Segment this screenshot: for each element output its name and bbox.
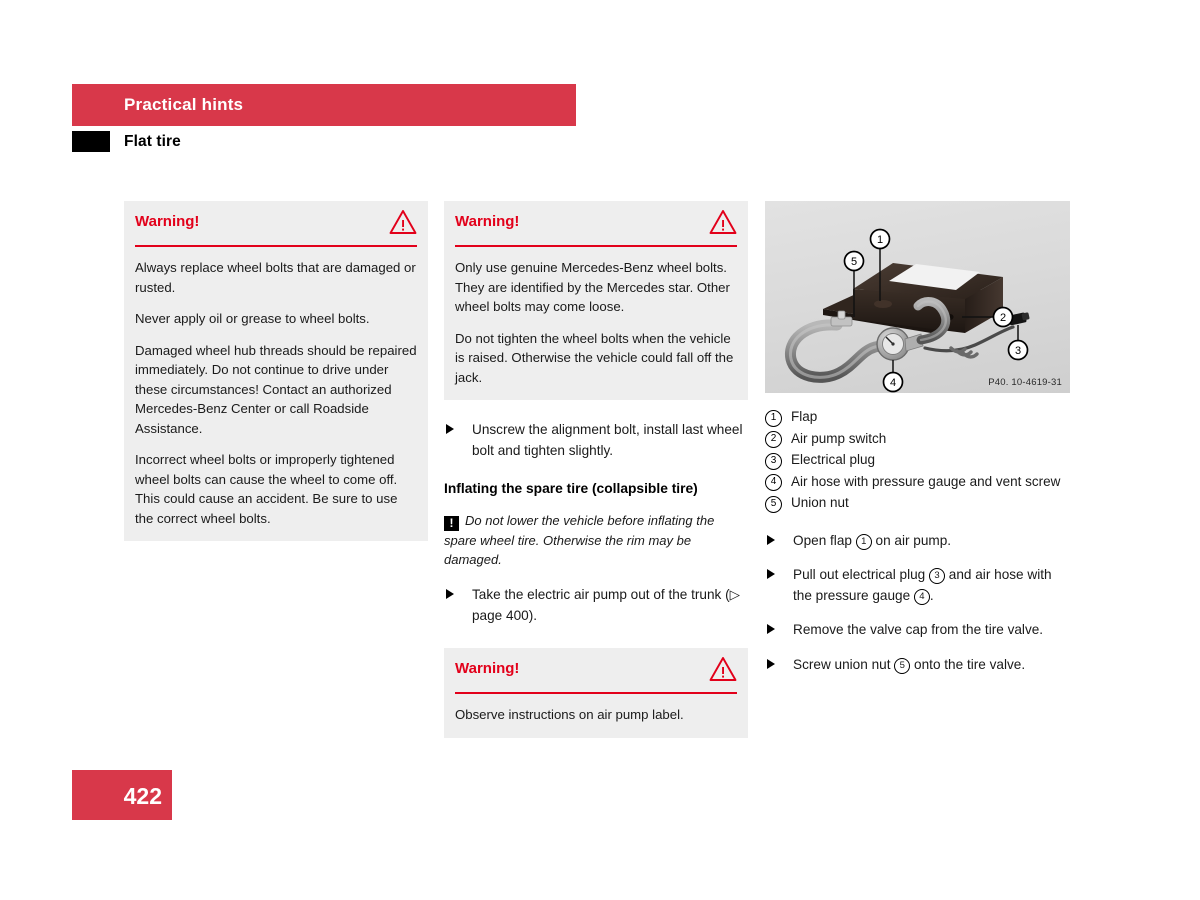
warning-triangle-icon bbox=[709, 209, 737, 235]
figure-id-label: P40. 10-4619-31 bbox=[988, 377, 1062, 388]
figure-legend: 1 Flap 2 Air pump switch 3 Electrical pl… bbox=[765, 407, 1070, 514]
legend-number: 5 bbox=[765, 495, 782, 513]
warning-paragraph: Damaged wheel hub threads should be repa… bbox=[135, 342, 417, 436]
instruction-bullet: Screw union nut 5 onto the tire valve. bbox=[765, 655, 1070, 676]
warning-label: Warning! bbox=[455, 213, 520, 230]
legend-number: 2 bbox=[765, 431, 782, 448]
legend-number: 1 bbox=[765, 409, 782, 427]
warning-paragraph: Never apply oil or grease to wheel bolts… bbox=[135, 311, 370, 326]
section-header-row: Flat tire bbox=[72, 131, 576, 158]
section-tab-marker bbox=[72, 131, 110, 152]
page-number-box: 422 bbox=[72, 770, 172, 820]
legend-label: Union nut bbox=[791, 495, 849, 510]
warning-box-air-pump-label: Warning! Observe instructions on air pum… bbox=[444, 648, 748, 738]
instruction-text: Remove the valve cap from the tire valve… bbox=[793, 622, 1044, 637]
warning-paragraph: Only use genuine Mercedes-Benz wheel bol… bbox=[455, 260, 730, 314]
warning-paragraph: Always replace wheel bolts that are dama… bbox=[135, 260, 416, 295]
caution-note-text: Do not lower the vehicle before inflatin… bbox=[444, 513, 715, 567]
warning-label: Warning! bbox=[455, 660, 520, 677]
page-ref-arrow-icon: ▷ bbox=[729, 587, 741, 602]
page-number: 422 bbox=[123, 783, 162, 809]
legend-item: 5 Union nut bbox=[765, 493, 1070, 514]
warning-box-genuine-bolts: Warning! Only use genuine Mercedes-Benz … bbox=[444, 201, 748, 400]
content-column-3: 1 2 3 4 5 P40. 10-4619-31 1 Flap 2 Air p… bbox=[765, 201, 1070, 689]
bullet-triangle-icon bbox=[767, 569, 775, 579]
air-pump-illustration: 1 2 3 4 5 P40. 10-4619-31 bbox=[765, 201, 1070, 393]
legend-item: 4 Air hose with pressure gauge and vent … bbox=[765, 472, 1070, 493]
instruction-text-post: ). bbox=[528, 607, 538, 623]
exclamation-box-icon: ! bbox=[444, 516, 459, 531]
bullet-triangle-icon bbox=[767, 624, 775, 634]
legend-label: Air pump switch bbox=[791, 430, 887, 446]
legend-number: 4 bbox=[765, 474, 782, 491]
legend-number: 3 bbox=[765, 452, 782, 470]
instruction-bullet: Open flap 1 on air pump. bbox=[765, 531, 1070, 552]
legend-label: Flap bbox=[791, 409, 818, 424]
svg-text:3: 3 bbox=[1015, 345, 1021, 357]
warning-label: Warning! bbox=[135, 213, 200, 230]
callout-number: 5 bbox=[894, 657, 911, 674]
warning-paragraph: Incorrect wheel bolts or improperly tigh… bbox=[135, 452, 398, 526]
callout-number: 1 bbox=[855, 533, 872, 550]
content-column-2: Warning! Only use genuine Mercedes-Benz … bbox=[444, 201, 748, 756]
bullet-triangle-icon bbox=[446, 589, 454, 599]
warning-body: Always replace wheel bolts that are dama… bbox=[124, 247, 428, 541]
subsection-heading: Inflating the spare tire (collapsible ti… bbox=[444, 481, 698, 496]
instruction-bullet: Unscrew the alignment bolt, install last… bbox=[444, 420, 748, 461]
svg-text:5: 5 bbox=[851, 256, 857, 268]
warning-body: Only use genuine Mercedes-Benz wheel bol… bbox=[444, 247, 748, 400]
chapter-header-bar: Practical hints bbox=[72, 84, 576, 126]
warning-header: Warning! bbox=[135, 201, 417, 247]
instruction-text: Open flap 1 on air pump. bbox=[793, 532, 952, 550]
bullet-triangle-icon bbox=[767, 534, 775, 545]
callout-number: 4 bbox=[913, 588, 930, 605]
instruction-text: Unscrew the alignment bolt, install last… bbox=[472, 422, 743, 458]
warning-paragraph: Observe instructions on air pump label. bbox=[455, 707, 684, 722]
caution-note: ! Do not lower the vehicle before inflati… bbox=[444, 511, 748, 569]
warning-box-wheel-bolts: Warning! Always replace wheel bolts that… bbox=[124, 201, 428, 541]
svg-text:2: 2 bbox=[1000, 312, 1006, 324]
svg-text:4: 4 bbox=[890, 377, 896, 389]
page-reference[interactable]: page 400 bbox=[472, 608, 529, 623]
instruction-bullet: Remove the valve cap from the tire valve… bbox=[765, 620, 1070, 641]
svg-text:1: 1 bbox=[877, 234, 883, 246]
bullet-triangle-icon bbox=[767, 658, 775, 669]
warning-header: Warning! bbox=[455, 648, 737, 694]
legend-item: 1 Flap bbox=[765, 407, 1070, 428]
instruction-text: Screw union nut 5 onto the tire valve. bbox=[793, 656, 1026, 674]
callout-number: 3 bbox=[929, 568, 946, 584]
legend-item: 3 Electrical plug bbox=[765, 450, 1070, 471]
instruction-bullet: Take the electric air pump out of the tr… bbox=[444, 585, 748, 626]
instruction-text-pre: Take the electric air pump out of the tr… bbox=[472, 587, 730, 602]
warning-triangle-icon bbox=[389, 209, 417, 235]
warning-paragraph: Do not tighten the wheel bolts when the … bbox=[455, 330, 734, 385]
bullet-triangle-icon bbox=[446, 424, 454, 434]
instruction-bullet: Pull out electrical plug 3 and air hose … bbox=[765, 565, 1070, 606]
legend-label: Electrical plug bbox=[791, 452, 876, 467]
legend-item: 2 Air pump switch bbox=[765, 429, 1070, 450]
warning-triangle-icon bbox=[709, 656, 737, 682]
instruction-text: Pull out electrical plug 3 and air hose … bbox=[793, 567, 1052, 605]
warning-header: Warning! bbox=[455, 201, 737, 247]
section-title: Flat tire bbox=[124, 133, 181, 150]
chapter-title: Practical hints bbox=[124, 95, 244, 114]
content-column-1: Warning! Always replace wheel bolts that… bbox=[124, 201, 428, 559]
procedure-steps: Open flap 1 on air pump. Pull out electr… bbox=[765, 531, 1070, 676]
legend-label: Air hose with pressure gauge and vent sc… bbox=[791, 473, 1061, 489]
warning-body: Observe instructions on air pump label. bbox=[444, 694, 748, 738]
